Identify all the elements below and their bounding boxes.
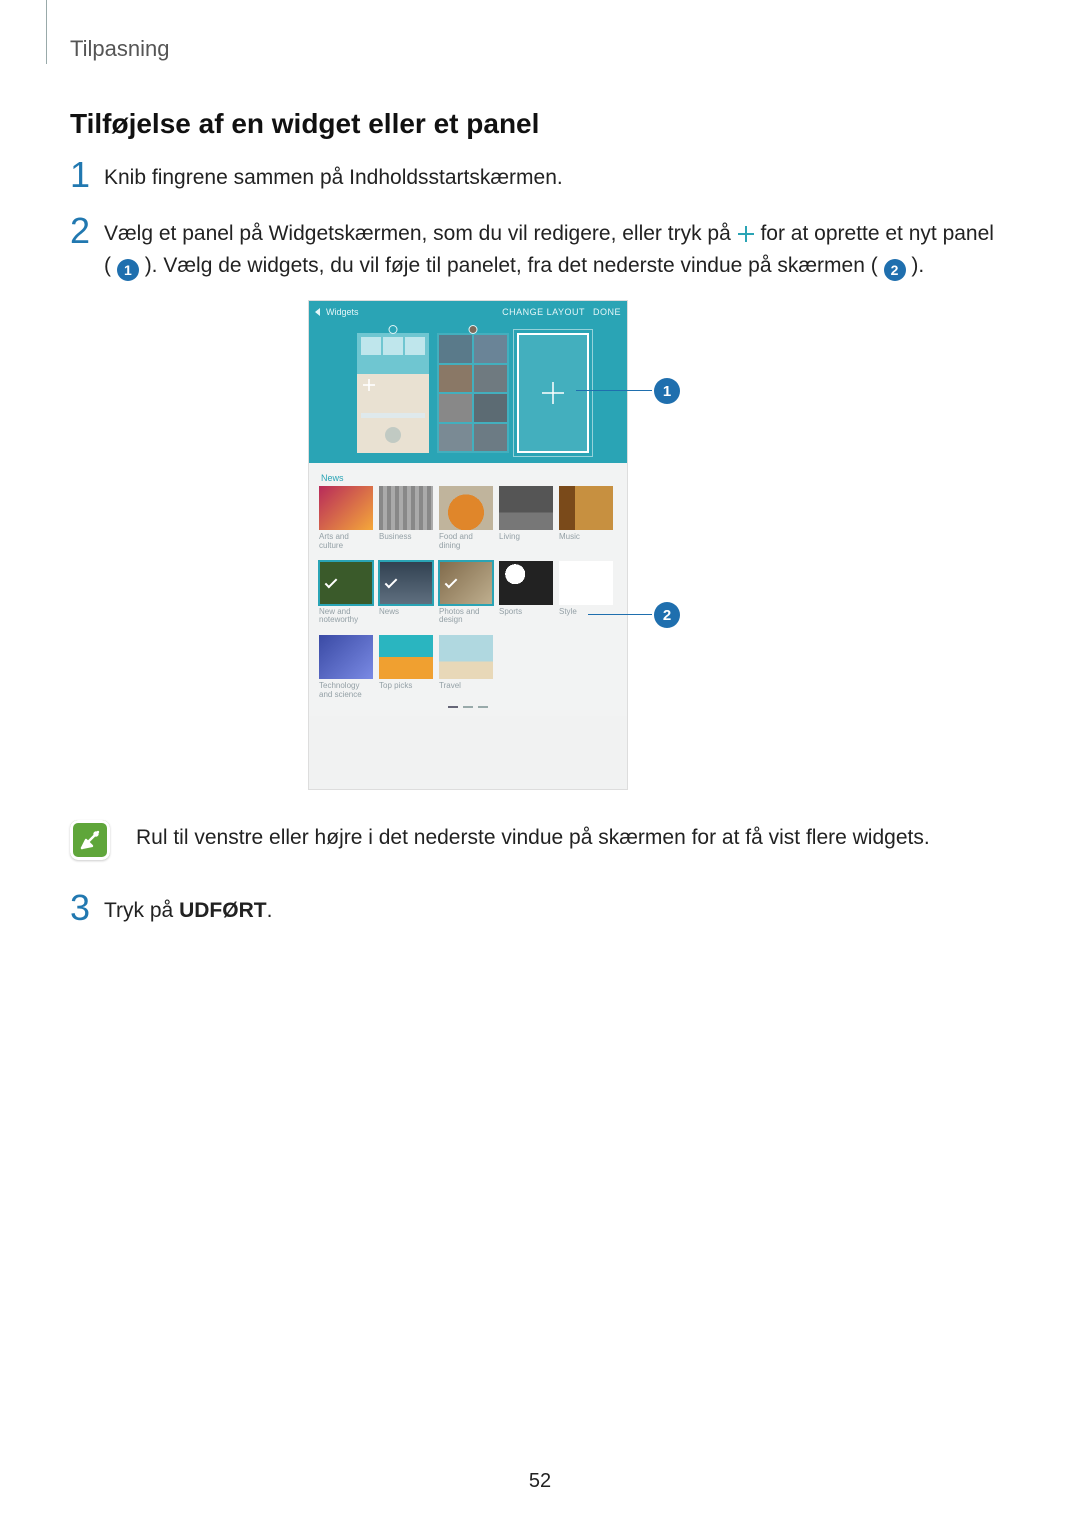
widget-caption: Food and dining	[439, 533, 493, 551]
step-2: 2 Vælg et panel på Widgetskærmen, som du…	[70, 218, 1000, 281]
widget-caption: Living	[499, 533, 520, 547]
callout-line-2: 2	[588, 614, 652, 615]
step-body: Vælg et panel på Widgetskærmen, som du v…	[104, 218, 1000, 281]
widget-row: Technology and science Top picks Travel	[319, 635, 617, 700]
widget-thumb-selected	[379, 561, 433, 605]
widget-item: News	[379, 561, 433, 626]
widget-caption: Top picks	[379, 682, 412, 696]
panel-indicator-icon	[389, 325, 398, 334]
step-number: 2	[70, 210, 90, 252]
widget-item: Top picks	[379, 635, 433, 700]
panel-thumb	[357, 333, 429, 453]
widget-screen-figure: Widgets CHANGE LAYOUT DONE News Arts and…	[308, 300, 628, 790]
plus-icon	[363, 379, 375, 391]
step-1: 1 Knib fingrene sammen på Indholdsstarts…	[70, 162, 1000, 194]
widget-caption: Style	[559, 608, 577, 622]
text: ). Vælg de widgets, du vil føje til pane…	[145, 254, 878, 277]
widget-thumb	[439, 486, 493, 530]
note-block: Rul til venstre eller højre i det neders…	[70, 820, 1000, 860]
step-number: 3	[70, 887, 90, 929]
widget-row: Arts and culture Business Food and dinin…	[319, 486, 617, 551]
plus-icon	[542, 382, 564, 404]
widget-caption: Technology and science	[319, 682, 373, 700]
widget-item: Food and dining	[439, 486, 493, 551]
widget-caption: New and noteworthy	[319, 608, 373, 626]
figure-title: Widgets	[326, 307, 359, 317]
back-arrow-icon	[315, 308, 320, 316]
badge-2: 2	[884, 259, 906, 281]
widget-item: Style	[559, 561, 613, 626]
margin-rule	[46, 0, 47, 64]
done-keyword: UDFØRT	[179, 899, 267, 922]
step-3: 3 Tryk på UDFØRT.	[70, 895, 1000, 927]
widgets-area: News Arts and culture Business Food and …	[309, 463, 627, 716]
widget-thumb	[319, 486, 373, 530]
text: Vælg et panel på Widgetskærmen, som du v…	[104, 222, 737, 245]
done-label: DONE	[593, 307, 621, 317]
step-body: Knib fingrene sammen på Indholdsstartskæ…	[104, 162, 1000, 194]
widget-thumb	[319, 635, 373, 679]
figure-header: Widgets CHANGE LAYOUT DONE	[309, 301, 627, 323]
widget-caption: Travel	[439, 682, 461, 696]
panel-indicator-icon	[469, 325, 478, 334]
widget-caption: Music	[559, 533, 580, 547]
callout-line-1: 1	[576, 390, 652, 391]
change-layout-label: CHANGE LAYOUT	[502, 307, 585, 317]
widget-thumb	[559, 486, 613, 530]
widget-thumb	[499, 486, 553, 530]
badge-1: 1	[117, 259, 139, 281]
widget-thumb	[559, 561, 613, 605]
widget-item: Music	[559, 486, 613, 551]
widget-thumb	[499, 561, 553, 605]
widget-thumb	[439, 635, 493, 679]
widget-item: New and noteworthy	[319, 561, 373, 626]
callout-badge-2: 2	[654, 602, 680, 628]
widget-row: New and noteworthy News Photos and desig…	[319, 561, 617, 626]
panel-thumb	[437, 333, 509, 453]
section-title: Tilføjelse af en widget eller et panel	[70, 108, 539, 140]
plus-icon	[737, 225, 755, 243]
widget-thumb	[379, 486, 433, 530]
breadcrumb: Tilpasning	[70, 36, 169, 62]
note-icon	[70, 820, 110, 860]
panel-zone	[309, 323, 627, 463]
widget-item: Technology and science	[319, 635, 373, 700]
widget-thumb	[379, 635, 433, 679]
new-panel-button	[517, 333, 589, 453]
widget-caption: Arts and culture	[319, 533, 373, 551]
page-number: 52	[0, 1470, 1080, 1493]
note-text: Rul til venstre eller højre i det neders…	[136, 820, 930, 850]
pager-dots	[319, 700, 617, 712]
widgets-section-label: News	[321, 473, 617, 483]
widget-item: Living	[499, 486, 553, 551]
widget-caption: Business	[379, 533, 411, 547]
widget-item: Travel	[439, 635, 493, 700]
widget-caption: Sports	[499, 608, 522, 622]
widget-item: Business	[379, 486, 433, 551]
step-body: Tryk på UDFØRT.	[104, 895, 1000, 927]
text: .	[267, 899, 273, 922]
widget-caption: Photos and design	[439, 608, 493, 626]
widget-item: Sports	[499, 561, 553, 626]
widget-item: Arts and culture	[319, 486, 373, 551]
callout-badge-1: 1	[654, 378, 680, 404]
widget-caption: News	[379, 608, 399, 622]
widget-item: Photos and design	[439, 561, 493, 626]
widget-thumb-selected	[439, 561, 493, 605]
text: Tryk på	[104, 899, 179, 922]
text: ).	[911, 254, 924, 277]
widget-thumb-selected	[319, 561, 373, 605]
step-number: 1	[70, 154, 90, 196]
